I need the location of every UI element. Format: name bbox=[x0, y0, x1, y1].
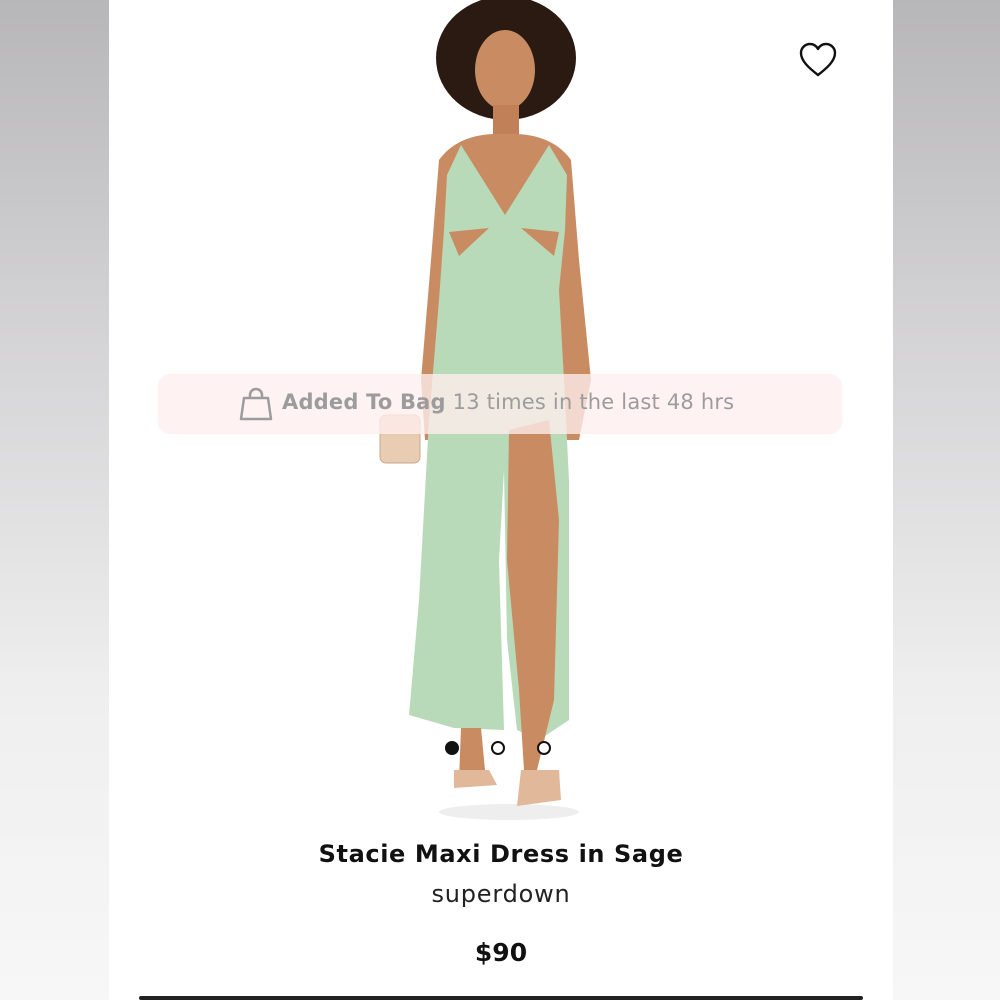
carousel-indicator bbox=[445, 741, 551, 759]
carousel-dot-1[interactable] bbox=[445, 741, 459, 755]
toast-prefix: Added To Bag bbox=[282, 390, 446, 414]
toast-suffix: 13 times in the last 48 hrs bbox=[445, 390, 735, 414]
bottom-divider bbox=[139, 996, 863, 1000]
carousel-dot-2[interactable] bbox=[491, 741, 505, 755]
toast-message: Added To Bag 13 times in the last 48 hrs bbox=[282, 390, 734, 414]
heart-icon bbox=[799, 42, 837, 77]
product-title[interactable]: Stacie Maxi Dress in Sage bbox=[109, 840, 893, 868]
carousel-dot-3[interactable] bbox=[537, 741, 551, 755]
wishlist-button[interactable] bbox=[799, 42, 837, 78]
social-proof-toast: Added To Bag 13 times in the last 48 hrs bbox=[158, 374, 842, 434]
screenshot-frame: Added To Bag 13 times in the last 48 hrs… bbox=[0, 0, 1000, 1000]
shopping-bag-icon bbox=[239, 387, 273, 421]
product-card: Added To Bag 13 times in the last 48 hrs… bbox=[109, 0, 893, 1000]
product-brand[interactable]: superdown bbox=[109, 880, 893, 908]
product-price: $90 bbox=[474, 938, 528, 967]
